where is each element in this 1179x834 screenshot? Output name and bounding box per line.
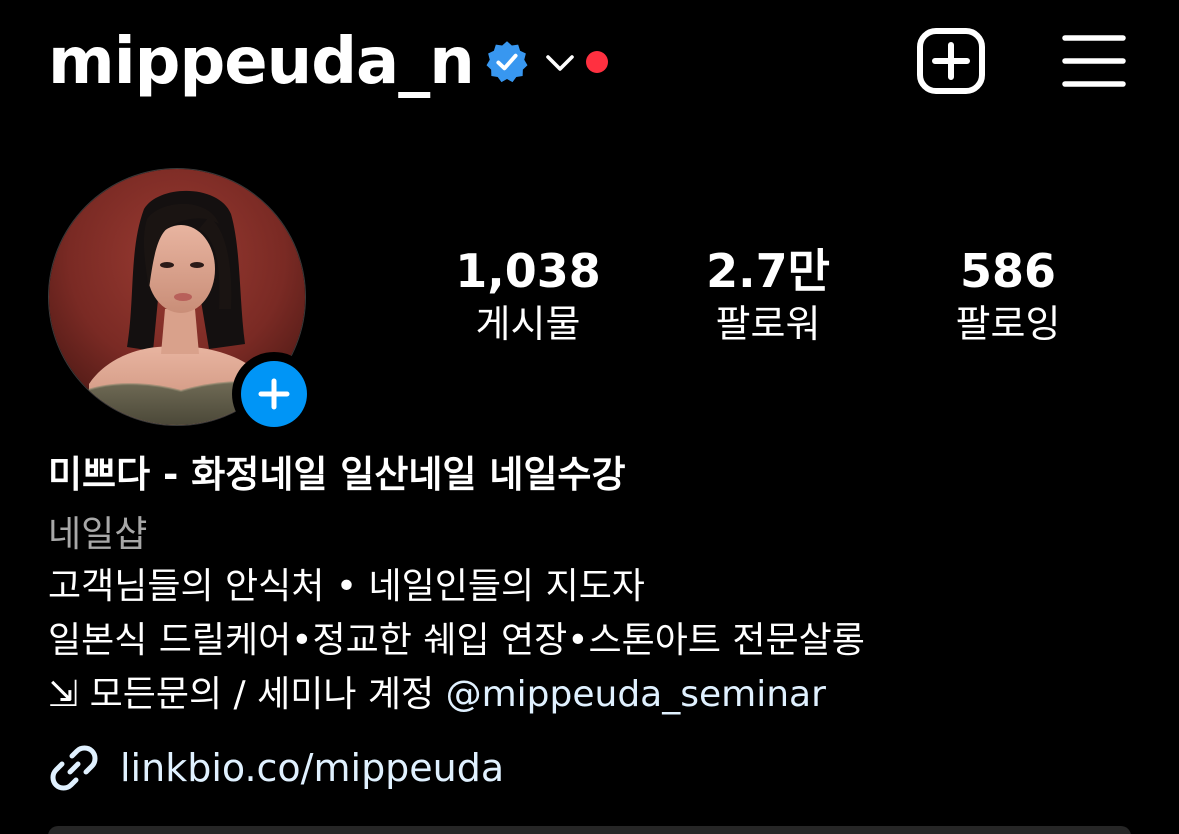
plus-icon — [258, 378, 290, 410]
following-stat[interactable]: 586 팔로잉 — [908, 242, 1108, 348]
bio-line-2: 일본식 드릴케어•정교한 쉐입 연장•스톤아트 전문살롱 — [48, 620, 865, 661]
followers-stat[interactable]: 2.7만 팔로워 — [668, 242, 868, 348]
menu-button[interactable] — [1060, 32, 1128, 90]
profile-header: mippeuda_n — [48, 22, 608, 102]
following-label: 팔로잉 — [955, 302, 1061, 346]
bio-line-3-text: ⇲ 모든문의 / 세미나 계정 — [48, 674, 446, 715]
create-button[interactable] — [916, 27, 986, 95]
plus-square-icon — [917, 28, 985, 94]
profile-category: 네일샵 — [48, 514, 148, 555]
username[interactable]: mippeuda_n — [48, 22, 475, 102]
seminar-account-mention[interactable]: @mippeuda_seminar — [446, 674, 826, 715]
followers-count: 2.7만 — [706, 244, 830, 298]
add-story-button[interactable] — [232, 352, 316, 436]
posts-label: 게시물 — [475, 302, 581, 346]
posts-stat[interactable]: 1,038 게시물 — [428, 242, 628, 348]
followers-label: 팔로워 — [715, 302, 821, 346]
verified-badge-icon — [484, 39, 530, 85]
link-icon — [50, 745, 98, 791]
chevron-down-icon[interactable] — [544, 46, 576, 78]
profile-screen: mippeuda_n 1,038 게시물 2.7만 팔로워 586 팔로잉 미쁘… — [0, 0, 1179, 834]
posts-count: 1,038 — [455, 244, 601, 298]
bio-line-1: 고객님들의 안식처 • 네일인들의 지도자 — [48, 566, 645, 607]
following-count: 586 — [959, 244, 1057, 298]
hamburger-menu-icon — [1062, 35, 1126, 87]
profile-display-name: 미쁘다 - 화정네일 일산네일 네일수강 — [48, 453, 626, 496]
notification-dot — [585, 51, 608, 73]
action-buttons-edge — [48, 826, 1131, 834]
add-story-badge — [241, 361, 307, 427]
bio-link-text: linkbio.co/mippeuda — [120, 746, 505, 790]
bio-line-3: ⇲ 모든문의 / 세미나 계정 @mippeuda_seminar — [48, 670, 826, 720]
bio-link[interactable]: linkbio.co/mippeuda — [48, 740, 504, 796]
